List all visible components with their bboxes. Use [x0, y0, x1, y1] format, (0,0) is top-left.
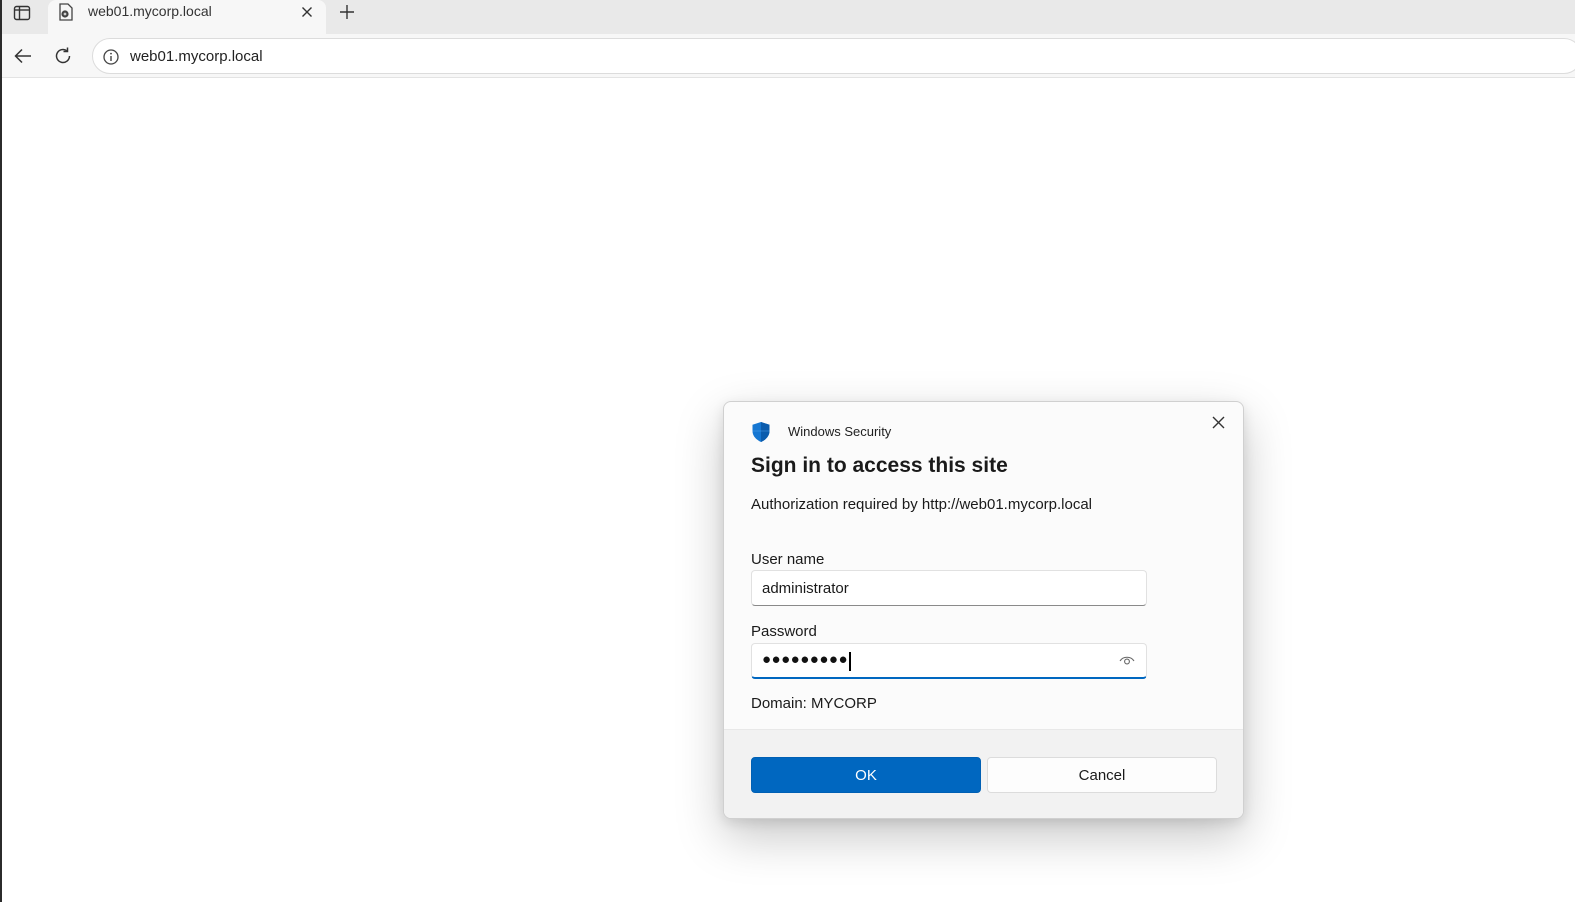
- tab-actions-icon: [13, 5, 31, 21]
- password-label: Password: [751, 623, 817, 640]
- tab-strip: web01.mycorp.local: [2, 0, 1575, 34]
- browser-toolbar: web01.mycorp.local: [2, 34, 1575, 78]
- shield-icon: [752, 422, 770, 442]
- username-field[interactable]: administrator: [751, 570, 1147, 606]
- page-favicon-icon: [59, 3, 73, 21]
- ok-button[interactable]: OK: [751, 757, 981, 793]
- reload-icon: [55, 47, 71, 64]
- plus-icon: [340, 5, 354, 19]
- windows-security-dialog: Windows Security Sign in to access this …: [723, 401, 1244, 819]
- tab-close-button[interactable]: [298, 3, 316, 21]
- tab-actions-button[interactable]: [10, 2, 34, 24]
- address-url: web01.mycorp.local: [130, 48, 263, 65]
- dialog-close-button[interactable]: [1207, 411, 1229, 433]
- tab-web01[interactable]: web01.mycorp.local: [48, 0, 326, 34]
- window-edge: [0, 0, 2, 902]
- back-button[interactable]: [10, 43, 36, 69]
- username-value: administrator: [762, 580, 849, 597]
- password-masked-value: ●●●●●●●●●: [762, 651, 849, 668]
- close-icon: [302, 7, 312, 17]
- dialog-title: Sign in to access this site: [751, 454, 1008, 477]
- username-label: User name: [751, 551, 825, 568]
- dialog-app-name: Windows Security: [788, 424, 892, 439]
- reload-button[interactable]: [50, 43, 76, 69]
- arrow-left-icon: [14, 48, 31, 64]
- text-caret: [849, 652, 851, 671]
- dialog-description: Authorization required by http://web01.m…: [751, 496, 1093, 513]
- cancel-button[interactable]: Cancel: [987, 757, 1217, 793]
- reveal-password-eye-icon[interactable]: [1119, 655, 1135, 667]
- info-icon[interactable]: [102, 48, 120, 66]
- address-bar[interactable]: web01.mycorp.local: [92, 38, 1575, 74]
- screen: web01.mycorp.local web01.mycorp.local Wi…: [0, 0, 1575, 902]
- password-field[interactable]: ●●●●●●●●●: [751, 643, 1147, 679]
- new-tab-button[interactable]: [336, 1, 358, 23]
- close-icon: [1212, 416, 1224, 428]
- domain-text: Domain: MYCORP: [751, 695, 877, 712]
- dialog-footer: OK Cancel: [724, 729, 1243, 818]
- tab-title: web01.mycorp.local: [88, 3, 212, 19]
